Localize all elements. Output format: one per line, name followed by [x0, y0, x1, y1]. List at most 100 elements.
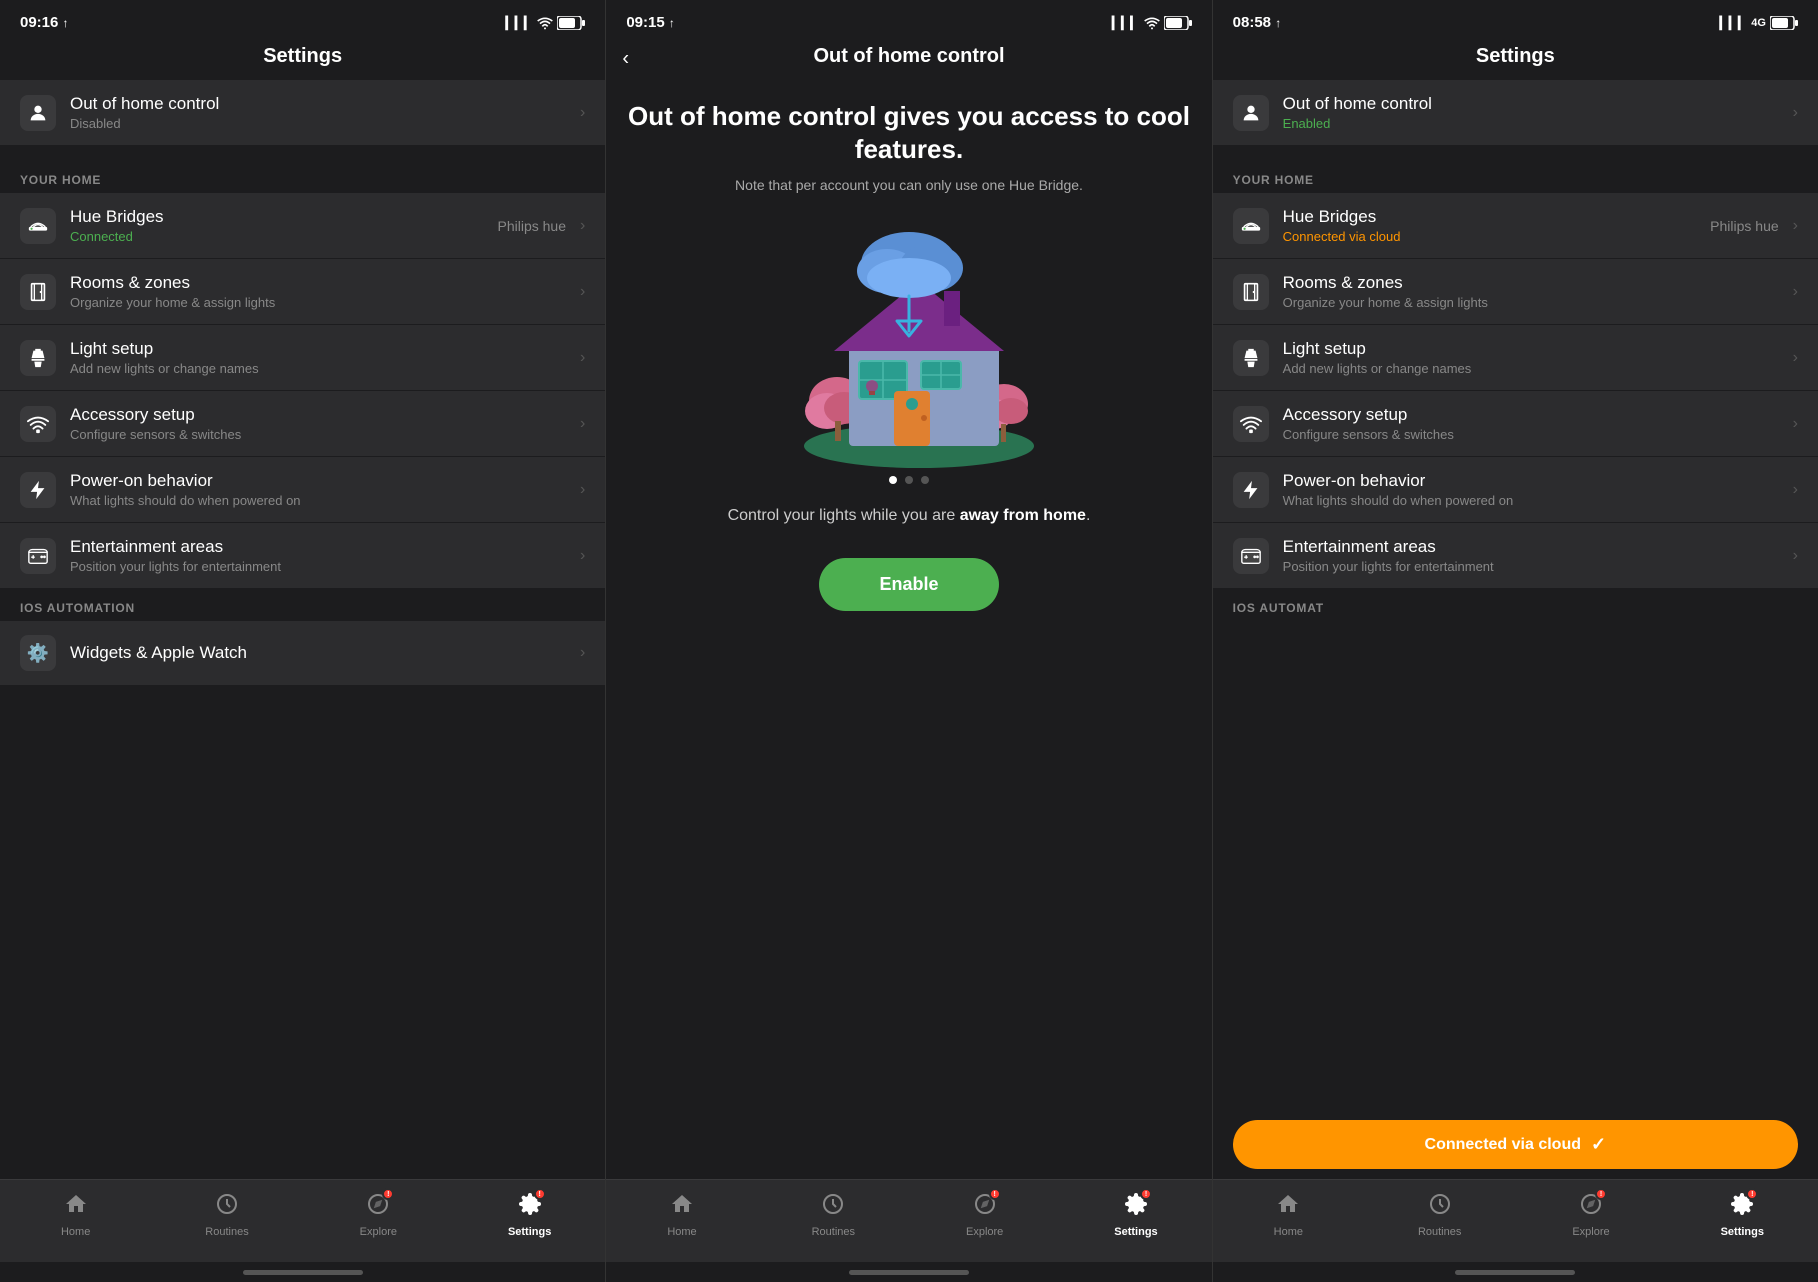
settings-item-0-1[interactable]: Rooms & zones Organize your home & assig…: [1213, 259, 1818, 324]
nav-label-settings: Settings: [508, 1226, 551, 1238]
nav-item-routines[interactable]: Routines: [758, 1188, 909, 1242]
section-label: IOS AUTOMATION: [0, 589, 605, 621]
nav-icon-routines: [215, 1192, 239, 1222]
home-indicator: [606, 1262, 1211, 1282]
settings-item-0-3[interactable]: Accessory setup Configure sensors & swit…: [1213, 391, 1818, 456]
item-title-0-4: Power-on behavior: [1283, 471, 1785, 491]
settings-item-0-4[interactable]: Power-on behavior What lights should do …: [1213, 457, 1818, 522]
item-subtitle-0-0: Connected via cloud: [1283, 229, 1711, 244]
nav-badge-explore: [382, 1188, 394, 1200]
item-subtitle-0-1: Organize your home & assign lights: [70, 295, 572, 310]
status-icons: ▎▎▎ 4G: [1720, 16, 1798, 30]
nav-item-settings[interactable]: Settings: [454, 1188, 605, 1242]
settings-item-0-2[interactable]: Light setup Add new lights or change nam…: [0, 325, 605, 390]
item-icon-0-0: [1233, 208, 1269, 244]
chevron-icon: ›: [1793, 104, 1798, 122]
settings-item-0-1[interactable]: Rooms & zones Organize your home & assig…: [0, 259, 605, 324]
settings-item-0-4[interactable]: Power-on behavior What lights should do …: [0, 457, 605, 522]
screen-title: Settings: [263, 45, 342, 67]
nav-label-settings: Settings: [1721, 1226, 1764, 1238]
item-subtitle-0-4: What lights should do when powered on: [70, 493, 572, 508]
chevron-icon: ›: [580, 104, 585, 122]
wifi-icon: [1144, 15, 1160, 31]
nav-item-explore[interactable]: Explore: [909, 1188, 1060, 1242]
bottom-nav: HomeRoutinesExplore Settings: [606, 1179, 1211, 1262]
nav-item-routines[interactable]: Routines: [1364, 1188, 1515, 1242]
nav-badge-settings: [534, 1188, 546, 1200]
screen-title: Settings: [1476, 45, 1555, 67]
home-indicator-bar: [849, 1270, 969, 1275]
item-title-0-0: Hue Bridges: [70, 207, 498, 227]
pagination-dot-2[interactable]: [921, 476, 929, 484]
item-right-0-4: ›: [1785, 481, 1798, 499]
nav-item-settings[interactable]: Settings: [1667, 1188, 1818, 1242]
item-right-0-2: ›: [572, 349, 585, 367]
nav-item-explore[interactable]: Explore: [1515, 1188, 1666, 1242]
item-title-0-2: Light setup: [70, 339, 572, 359]
home-indicator: [0, 1262, 605, 1282]
item-content-0-2: Light setup Add new lights or change nam…: [70, 339, 572, 376]
nav-label-home: Home: [1274, 1226, 1303, 1238]
nav-item-home[interactable]: Home: [1213, 1188, 1364, 1242]
nav-badge-explore: [1595, 1188, 1607, 1200]
settings-item-0-3[interactable]: Accessory setup Configure sensors & swit…: [0, 391, 605, 456]
settings-list: YOUR HOME Hue Bridges Connected via clou…: [1213, 161, 1818, 1120]
nav-item-routines[interactable]: Routines: [151, 1188, 302, 1242]
nav-item-home[interactable]: Home: [0, 1188, 151, 1242]
chevron-icon: ›: [580, 547, 585, 565]
nav-label-home: Home: [61, 1226, 90, 1238]
phone-screen-oohc: 09:15 ↑ ▎▎▎ ‹ Out of home control Out of…: [606, 0, 1212, 1282]
chevron-icon: ›: [580, 217, 585, 235]
back-button[interactable]: ‹: [622, 47, 629, 70]
item-icon-0-0: [20, 208, 56, 244]
battery-icon: [1770, 16, 1798, 30]
item-right-text: Philips hue: [1710, 218, 1779, 234]
status-bar: 09:15 ↑ ▎▎▎: [606, 0, 1211, 37]
item-title-0-5: Entertainment areas: [1283, 537, 1785, 557]
chevron-icon: ›: [1793, 283, 1798, 301]
item-subtitle-0-5: Position your lights for entertainment: [1283, 559, 1785, 574]
chevron-icon: ›: [1793, 547, 1798, 565]
nav-label-explore: Explore: [360, 1226, 397, 1238]
item-title-0-1: Rooms & zones: [70, 273, 572, 293]
status-time: 08:58 ↑: [1233, 14, 1282, 31]
pagination-dot-1[interactable]: [905, 476, 913, 484]
profile-title: Out of home control: [70, 94, 572, 114]
nav-item-home[interactable]: Home: [606, 1188, 757, 1242]
toast-notification: Connected via cloud ✓: [1233, 1120, 1798, 1169]
phone-screen-screen1: 09:16 ↑ ▎▎▎ Settings Out of home control…: [0, 0, 606, 1282]
nav-label-routines: Routines: [1418, 1226, 1461, 1238]
item-content-0-3: Accessory setup Configure sensors & swit…: [70, 405, 572, 442]
nav-item-settings[interactable]: Settings: [1060, 1188, 1211, 1242]
item-content-0-0: Hue Bridges Connected via cloud: [1283, 207, 1711, 244]
section-0: YOUR HOME Hue Bridges Connected via clou…: [1213, 161, 1818, 588]
item-content-0-0: Hue Bridges Connected: [70, 207, 498, 244]
phone-screen-screen3: 08:58 ↑ ▎▎▎ 4G Settings Out of home cont…: [1213, 0, 1818, 1282]
profile-item[interactable]: Out of home control Enabled ›: [1213, 80, 1818, 145]
oohc-title: Out of home control gives you access to …: [626, 100, 1191, 165]
status-bar: 09:16 ↑ ▎▎▎: [0, 0, 605, 37]
enable-button[interactable]: Enable: [819, 558, 998, 611]
settings-item-0-5[interactable]: Entertainment areas Position your lights…: [1213, 523, 1818, 588]
item-icon-0-1: [1233, 274, 1269, 310]
pagination-dot-0[interactable]: [889, 476, 897, 484]
item-content-0-1: Rooms & zones Organize your home & assig…: [1283, 273, 1785, 310]
nav-label-settings: Settings: [1114, 1226, 1157, 1238]
item-subtitle-0-1: Organize your home & assign lights: [1283, 295, 1785, 310]
oohc-content: Out of home control gives you access to …: [606, 80, 1211, 1179]
nav-label-explore: Explore: [1572, 1226, 1609, 1238]
settings-item-0-5[interactable]: Entertainment areas Position your lights…: [0, 523, 605, 588]
item-icon-0-4: [1233, 472, 1269, 508]
settings-item-0-0[interactable]: Hue Bridges Connected Philips hue ›: [0, 193, 605, 258]
house-svg: [779, 216, 1059, 476]
item-icon-0-2: [20, 340, 56, 376]
chevron-icon: ›: [580, 283, 585, 301]
item-subtitle-0-4: What lights should do when powered on: [1283, 493, 1785, 508]
item-right-0-3: ›: [572, 415, 585, 433]
settings-item-0-0[interactable]: Hue Bridges Connected via cloud Philips …: [1213, 193, 1818, 258]
profile-item[interactable]: Out of home control Disabled ›: [0, 80, 605, 145]
status-icons: ▎▎▎: [1112, 15, 1192, 31]
settings-item-0-2[interactable]: Light setup Add new lights or change nam…: [1213, 325, 1818, 390]
settings-item-1-0[interactable]: ⚙️ Widgets & Apple Watch ›: [0, 621, 605, 685]
nav-item-explore[interactable]: Explore: [303, 1188, 454, 1242]
